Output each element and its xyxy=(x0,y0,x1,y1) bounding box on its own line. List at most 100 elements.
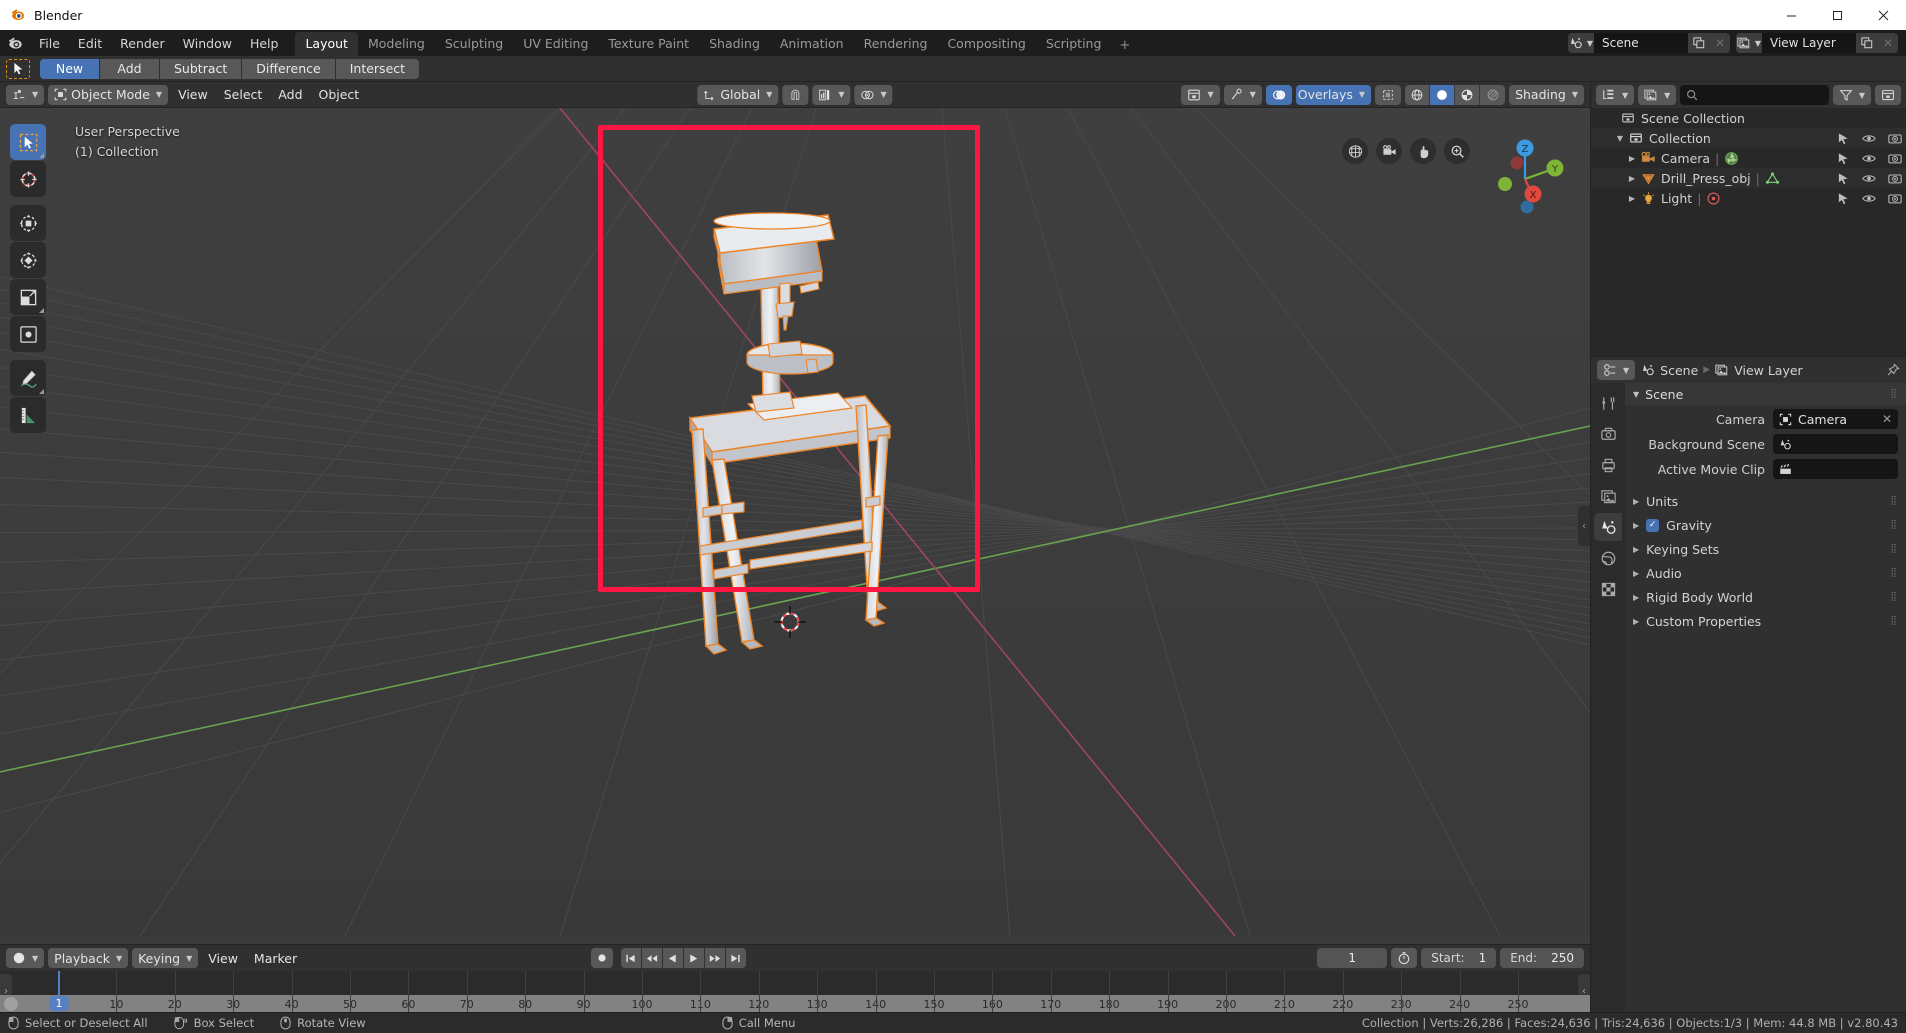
light-data-icon[interactable] xyxy=(1706,191,1721,206)
transform-orientation-dropdown[interactable]: Global ▼ xyxy=(697,85,778,105)
timeline-menu-view[interactable]: View xyxy=(202,948,244,968)
mesh-data-icon[interactable] xyxy=(1765,171,1780,186)
overlays-toggle-button[interactable] xyxy=(1266,85,1292,105)
play-reverse-button[interactable] xyxy=(663,948,683,968)
camera-view-icon[interactable] xyxy=(1376,138,1402,164)
menu-edit[interactable]: Edit xyxy=(69,33,111,54)
view-layer-tab[interactable] xyxy=(1594,482,1622,510)
outliner-row-collection[interactable]: ▼ Collection xyxy=(1591,128,1906,148)
pan-view-icon[interactable] xyxy=(1410,138,1436,164)
workspace-tab-layout[interactable]: Layout xyxy=(295,32,358,56)
current-frame-field[interactable]: 1 xyxy=(1317,948,1387,968)
outliner-new-collection-button[interactable] xyxy=(1875,85,1901,105)
timeline-menu-keying[interactable]: Keying ▼ xyxy=(132,948,198,968)
jump-to-start-button[interactable] xyxy=(621,948,641,968)
auto-keying-button[interactable] xyxy=(591,948,613,968)
hide-in-viewport-icon[interactable] xyxy=(1862,132,1876,145)
use-preview-range-button[interactable] xyxy=(1391,948,1417,968)
menu-window[interactable]: Window xyxy=(174,33,241,54)
section-expand-triangle[interactable]: ▶ xyxy=(1633,593,1639,602)
gizmo-dropdown[interactable]: ▼ xyxy=(1224,85,1262,105)
custom-properties-section-row[interactable]: ▶ Custom Properties ⣿ xyxy=(1625,610,1906,632)
texture-tab[interactable] xyxy=(1594,575,1622,603)
blender-menu-icon[interactable] xyxy=(4,32,26,54)
wireframe-shading-button[interactable] xyxy=(1405,85,1430,105)
timeline-scroll-handle[interactable] xyxy=(4,997,18,1011)
jump-to-next-keyframe-button[interactable] xyxy=(705,948,725,968)
active-tool-icon[interactable] xyxy=(6,59,30,79)
boolean-new-button[interactable]: New xyxy=(40,59,100,79)
pin-icon[interactable] xyxy=(1886,363,1900,377)
workspace-tab-rendering[interactable]: Rendering xyxy=(854,32,938,56)
timeline-menu-marker[interactable]: Marker xyxy=(248,948,303,968)
visibility-dropdown[interactable]: ▼ xyxy=(1181,85,1219,105)
rendered-shading-button[interactable] xyxy=(1480,85,1505,105)
outliner-row-light[interactable]: ▶ Light | xyxy=(1591,188,1906,208)
measure-tool[interactable] xyxy=(10,397,46,433)
xray-toggle-button[interactable] xyxy=(1375,85,1401,105)
section-expand-triangle[interactable]: ▶ xyxy=(1633,521,1639,530)
workspace-tab-sculpting[interactable]: Sculpting xyxy=(435,32,513,56)
gravity-checkbox[interactable]: ✓ xyxy=(1646,519,1659,532)
close-button[interactable] xyxy=(1860,0,1906,30)
boolean-subtract-button[interactable]: Subtract xyxy=(160,59,242,79)
scene-panel-header[interactable]: ▼ Scene ⣿ xyxy=(1625,383,1906,405)
selectable-toggle-icon[interactable] xyxy=(1837,192,1850,205)
proportional-editing-dropdown[interactable]: ▼ xyxy=(812,85,850,105)
minimize-button[interactable] xyxy=(1768,0,1814,30)
workspace-tab-scripting[interactable]: Scripting xyxy=(1036,32,1112,56)
tool-tab[interactable] xyxy=(1594,389,1622,417)
scene-unlink-button[interactable]: ✕ xyxy=(1710,33,1730,53)
scale-tool[interactable] xyxy=(10,279,46,315)
camera-clear-button[interactable]: ✕ xyxy=(1882,412,1892,426)
view-layer-remove-button[interactable]: ✕ xyxy=(1878,33,1898,53)
hide-in-viewport-icon[interactable] xyxy=(1862,192,1876,205)
viewport-menu-add[interactable]: Add xyxy=(272,85,308,105)
audio-section-row[interactable]: ▶ Audio ⣿ xyxy=(1625,562,1906,584)
transform-tool[interactable] xyxy=(10,316,46,352)
panel-collapse-triangle[interactable]: ▼ xyxy=(1633,390,1639,399)
interaction-mode-dropdown[interactable]: Object Mode ▼ xyxy=(48,85,168,105)
workspace-tab-compositing[interactable]: Compositing xyxy=(937,32,1035,56)
active-movie-clip-field[interactable] xyxy=(1773,459,1898,479)
material-preview-shading-button[interactable] xyxy=(1455,85,1480,105)
gravity-section-row[interactable]: ▶ ✓ Gravity ⣿ xyxy=(1625,514,1906,536)
outliner-display-mode-button[interactable]: ▼ xyxy=(1638,85,1676,105)
cursor-tool[interactable] xyxy=(10,161,46,197)
selectable-toggle-icon[interactable] xyxy=(1837,132,1850,145)
selectable-toggle-icon[interactable] xyxy=(1837,152,1850,165)
disclosure-triangle[interactable]: ▶ xyxy=(1625,154,1639,163)
breadcrumb-scene[interactable]: Scene xyxy=(1660,363,1698,378)
hide-in-viewport-icon[interactable] xyxy=(1862,152,1876,165)
3d-viewport[interactable]: User Perspective (1) Collection xyxy=(0,108,1590,944)
boolean-intersect-button[interactable]: Intersect xyxy=(336,59,419,79)
timeline-editor-type-button[interactable]: ▼ xyxy=(6,948,44,968)
outliner-row-drill-press-obj[interactable]: ▶ Drill_Press_obj | xyxy=(1591,168,1906,188)
disable-in-renders-icon[interactable] xyxy=(1888,152,1902,165)
selectable-toggle-icon[interactable] xyxy=(1837,172,1850,185)
rotate-tool[interactable] xyxy=(10,242,46,278)
jump-to-end-button[interactable] xyxy=(726,948,746,968)
disclosure-triangle[interactable]: ▶ xyxy=(1625,174,1639,183)
disable-in-renders-icon[interactable] xyxy=(1888,192,1902,205)
end-frame-field[interactable]: End: 250 xyxy=(1500,948,1584,968)
menu-render[interactable]: Render xyxy=(111,33,174,54)
solid-shading-button[interactable] xyxy=(1430,85,1455,105)
workspace-tab-animation[interactable]: Animation xyxy=(770,32,854,56)
render-tab[interactable] xyxy=(1594,420,1622,448)
scene-name[interactable]: Scene xyxy=(1594,33,1688,53)
outliner-row-scene-collection[interactable]: Scene Collection xyxy=(1591,108,1906,128)
outliner-filter-button[interactable]: ▼ xyxy=(1833,85,1871,105)
scene-duplicate-button[interactable] xyxy=(1688,33,1710,53)
workspace-tab-modeling[interactable]: Modeling xyxy=(358,32,435,56)
proportional-falloff-dropdown[interactable]: ▼ xyxy=(855,85,893,105)
play-button[interactable] xyxy=(684,948,704,968)
outliner-tree[interactable]: Scene Collection ▼ Col xyxy=(1591,108,1906,356)
view-layer-selector[interactable]: ▼ View Layer ✕ xyxy=(1736,33,1898,53)
viewport-sidebar-toggle[interactable]: ‹ xyxy=(1578,506,1590,546)
workspace-tab-texture-paint[interactable]: Texture Paint xyxy=(598,32,699,56)
outliner-search-input[interactable] xyxy=(1703,88,1823,102)
hide-in-viewport-icon[interactable] xyxy=(1862,172,1876,185)
output-tab[interactable] xyxy=(1594,451,1622,479)
menu-file[interactable]: File xyxy=(30,33,69,54)
